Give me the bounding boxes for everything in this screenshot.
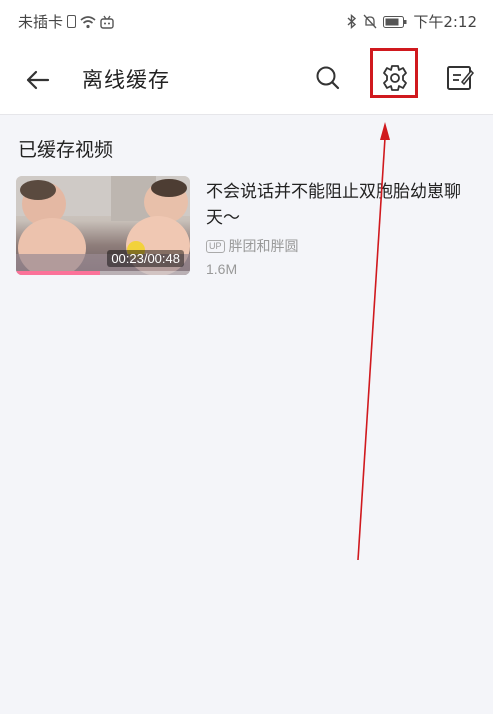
bilibili-notification-icon: [100, 15, 114, 29]
edit-icon: [447, 66, 475, 90]
uploader-name: 胖团和胖圆: [228, 239, 299, 255]
bluetooth-icon: [347, 14, 357, 29]
page-title: 离线缓存: [82, 68, 170, 92]
video-title: 不会说话并不能阻止双胞胎幼崽聊天～: [206, 182, 461, 228]
status-time: 下午2:12: [413, 13, 477, 31]
watch-progress-track: [16, 271, 190, 275]
wifi-icon: [80, 15, 96, 28]
sim-icon: [67, 15, 77, 28]
battery-icon: [383, 15, 407, 28]
settings-highlight-box: [370, 48, 418, 98]
uploader-row: UP 胖团和胖圆: [206, 236, 299, 256]
back-arrow-icon: [26, 70, 50, 90]
status-right: 下午2:12: [347, 11, 477, 32]
cached-video-item[interactable]: 00:23/00:48 不会说话并不能阻止双胞胎幼崽聊天～ UP 胖团和胖圆 1…: [16, 176, 478, 277]
up-badge: UP: [206, 239, 225, 253]
status-bar: 未插卡 下午2:12: [0, 0, 493, 42]
carrier-label: 未插卡: [18, 13, 64, 31]
file-size: 1.6M: [206, 261, 238, 277]
edit-button[interactable]: [444, 62, 476, 94]
status-left: 未插卡: [18, 11, 114, 32]
mute-icon: [363, 14, 377, 29]
watch-progress-fill: [16, 271, 100, 275]
video-duration: 00:23/00:48: [107, 250, 184, 267]
section-title: 已缓存视频: [18, 139, 114, 161]
toolbar: 离线缓存: [0, 42, 493, 115]
search-icon: [316, 66, 340, 90]
video-thumbnail: 00:23/00:48: [16, 176, 190, 275]
search-button[interactable]: [312, 62, 344, 94]
back-button[interactable]: [22, 64, 54, 96]
